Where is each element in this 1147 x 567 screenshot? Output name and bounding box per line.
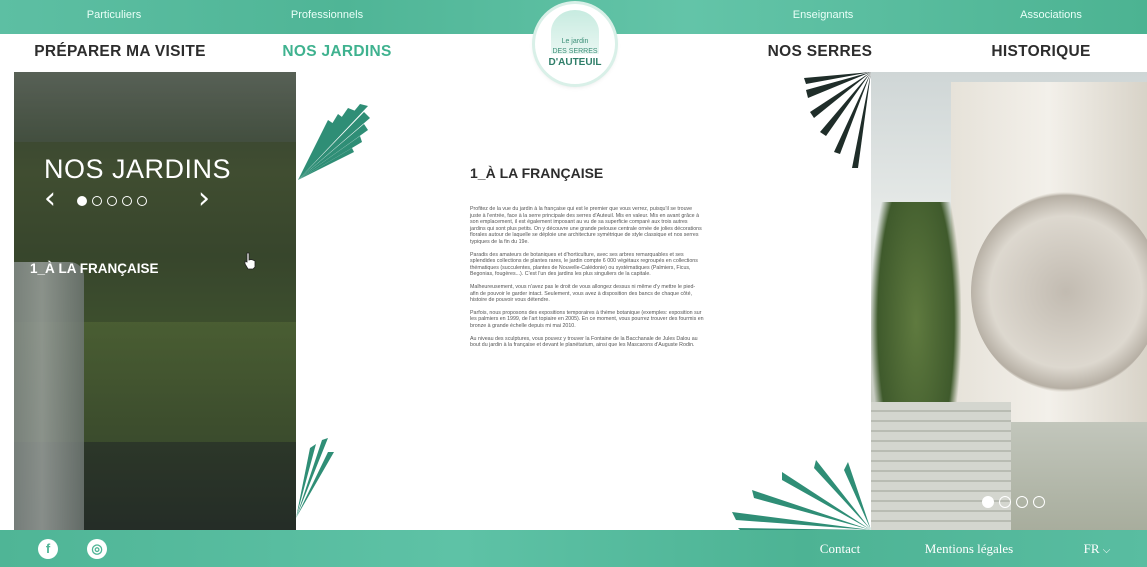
site-logo[interactable]: Le jardin DES SERRES D'AUTEUIL: [535, 4, 615, 84]
article-body: Profitez de la vue du jardin à la frança…: [470, 206, 704, 355]
instagram-icon[interactable]: ◎: [87, 539, 107, 559]
chevron-left-icon[interactable]: ‹: [44, 184, 56, 214]
footer-contact-link[interactable]: Contact: [820, 541, 860, 557]
audience-link-particuliers[interactable]: Particuliers: [87, 9, 141, 21]
audience-link-enseignants[interactable]: Enseignants: [793, 9, 854, 21]
nav-item-nos-serres[interactable]: NOS SERRES: [768, 43, 873, 61]
article-paragraph: Au niveau des sculptures, vous pouvez y …: [470, 335, 698, 349]
article-paragraph: Paradis des amateurs de botaniques et d'…: [470, 251, 698, 278]
nav-item-nos-jardins[interactable]: NOS JARDINS: [282, 43, 391, 61]
hero-slide-dot-5[interactable]: [137, 196, 147, 206]
audience-link-professionnels[interactable]: Professionnels: [291, 9, 363, 21]
hero-slide-dot-1[interactable]: [77, 196, 87, 206]
gallery-photo-sculpture: [971, 192, 1147, 392]
nav-item-historique[interactable]: HISTORIQUE: [991, 43, 1090, 61]
gallery-photo-steps: [871, 402, 1011, 530]
chevron-down-icon: ⌵: [1102, 545, 1111, 556]
article-paragraph: Profitez de la vue du jardin à la frança…: [470, 206, 702, 245]
palm-leaf-bottom-right-decoration: [732, 460, 871, 530]
hero-slide-dot-2[interactable]: [92, 196, 102, 206]
gallery-slide-dots: [982, 496, 1045, 508]
palm-leaf-top-left-decoration: [298, 104, 370, 180]
hero-slide-dot-3[interactable]: [107, 196, 117, 206]
language-value: FR: [1083, 541, 1100, 556]
language-selector[interactable]: FR ⌵: [1084, 541, 1111, 557]
article-panel: 1_À LA FRANÇAISE Profitez de la vue du j…: [296, 72, 871, 530]
gallery-slide-dot-4[interactable]: [1033, 496, 1045, 508]
palm-leaf-bottom-left-decoration: [296, 438, 334, 518]
hero-slider: NOS JARDINS ‹ › 1_À LA FRANÇAISE: [14, 72, 296, 530]
gallery-slide-dot-1[interactable]: [982, 496, 994, 508]
logo-line-3: D'AUTEUIL: [548, 57, 602, 68]
facebook-icon[interactable]: f: [38, 539, 58, 559]
footer: f ◎ Contact Mentions légales FR ⌵: [0, 530, 1147, 567]
hero-slide-dots: [77, 196, 147, 206]
logo-line-2: DES SERRES: [552, 48, 598, 55]
logo-line-1: Le jardin: [561, 38, 589, 45]
hero-slide-dot-4[interactable]: [122, 196, 132, 206]
hero-current-item[interactable]: 1_À LA FRANÇAISE: [30, 261, 159, 276]
chevron-right-icon[interactable]: ›: [198, 184, 210, 214]
audience-link-associations[interactable]: Associations: [1020, 9, 1082, 21]
hand-cursor-icon: [244, 252, 256, 270]
palm-leaf-top-right-decoration: [804, 72, 871, 168]
hero-overlay: [14, 72, 296, 530]
footer-legal-link[interactable]: Mentions légales: [925, 541, 1013, 557]
gallery-slide-dot-3[interactable]: [1016, 496, 1028, 508]
article-heading: 1_À LA FRANÇAISE: [470, 165, 604, 181]
photo-gallery: [871, 72, 1147, 530]
article-paragraph: Malheureusement, vous n'avez pas le droi…: [470, 283, 696, 304]
nav-item-preparer-ma-visite[interactable]: PRÉPARER MA VISITE: [34, 43, 206, 61]
article-paragraph: Parfois, nous proposons des expositions …: [470, 309, 704, 329]
gallery-slide-dot-2[interactable]: [999, 496, 1011, 508]
